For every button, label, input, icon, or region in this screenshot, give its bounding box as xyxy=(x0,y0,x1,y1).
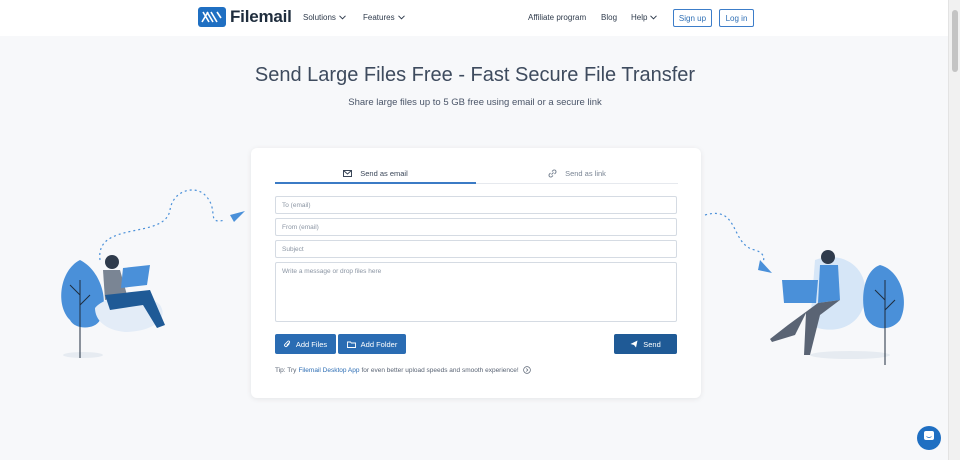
person-sitting-illustration xyxy=(61,189,245,358)
from-email-field[interactable]: From (email) xyxy=(275,218,677,236)
nav-affiliate-label: Affiliate program xyxy=(528,13,587,22)
desktop-app-link[interactable]: Filemail Desktop App xyxy=(298,367,359,374)
folder-icon xyxy=(346,341,356,348)
nav-features-label: Features xyxy=(363,13,395,22)
tip-suffix: for even better upload speeds and smooth… xyxy=(361,366,519,374)
desktop-app-tip: Tip: Try Filemail Desktop App for even b… xyxy=(275,366,531,374)
paper-plane-icon xyxy=(630,340,638,348)
login-button[interactable]: Log in xyxy=(719,9,754,27)
add-folder-button[interactable]: Add Folder xyxy=(338,334,406,354)
filemail-logo-icon xyxy=(198,7,226,27)
tab-send-as-email-label: Send as email xyxy=(360,168,408,178)
paperclip-icon xyxy=(284,340,291,348)
signup-button[interactable]: Sign up xyxy=(673,9,712,27)
to-email-field[interactable]: To (email) xyxy=(275,196,677,214)
chat-launcher-button[interactable] xyxy=(917,426,941,450)
tab-send-as-link[interactable]: Send as link xyxy=(476,164,678,184)
top-navbar: Filemail Solutions Features Affiliate pr… xyxy=(0,0,948,36)
nav-blog[interactable]: Blog xyxy=(601,13,617,22)
person-laptop-illustration xyxy=(704,212,904,365)
link-icon xyxy=(548,169,557,178)
nav-solutions-label: Solutions xyxy=(303,13,336,22)
page-scrollbar[interactable] xyxy=(948,0,960,460)
nav-help-label: Help xyxy=(631,13,648,22)
brand-logo[interactable]: Filemail xyxy=(198,7,292,27)
send-label: Send xyxy=(643,339,661,349)
chevron-down-icon xyxy=(650,15,658,20)
chevron-down-icon xyxy=(397,15,405,20)
upload-form-card: Send as email Send as link To (email) Fr… xyxy=(251,148,701,398)
nav-solutions[interactable]: Solutions xyxy=(303,13,346,22)
nav-help[interactable]: Help xyxy=(631,13,658,22)
nav-features[interactable]: Features xyxy=(363,13,405,22)
scrollbar-thumb[interactable] xyxy=(952,10,958,72)
nav-affiliate[interactable]: Affiliate program xyxy=(528,13,586,22)
send-button[interactable]: Send xyxy=(614,334,677,354)
envelope-icon xyxy=(343,169,353,177)
add-files-label: Add Files xyxy=(295,339,328,349)
add-files-button[interactable]: Add Files xyxy=(275,334,336,354)
tip-prefix: Tip: Try xyxy=(275,366,297,374)
chevron-down-icon xyxy=(339,15,346,20)
chat-icon xyxy=(923,429,935,447)
subject-field[interactable]: Subject xyxy=(275,240,677,258)
arrow-circle-icon[interactable] xyxy=(522,366,531,374)
message-dropzone[interactable]: Write a message or drop files here xyxy=(275,262,677,322)
page-subtitle: Share large files up to 5 GB free using … xyxy=(348,97,602,108)
tab-send-as-email[interactable]: Send as email xyxy=(275,164,476,184)
brand-name: Filemail xyxy=(230,7,292,26)
page-title: Send Large Files Free - Fast Secure File… xyxy=(254,64,696,86)
add-folder-label: Add Folder xyxy=(360,339,398,349)
tab-send-as-link-label: Send as link xyxy=(565,169,606,178)
nav-blog-label: Blog xyxy=(601,13,618,22)
